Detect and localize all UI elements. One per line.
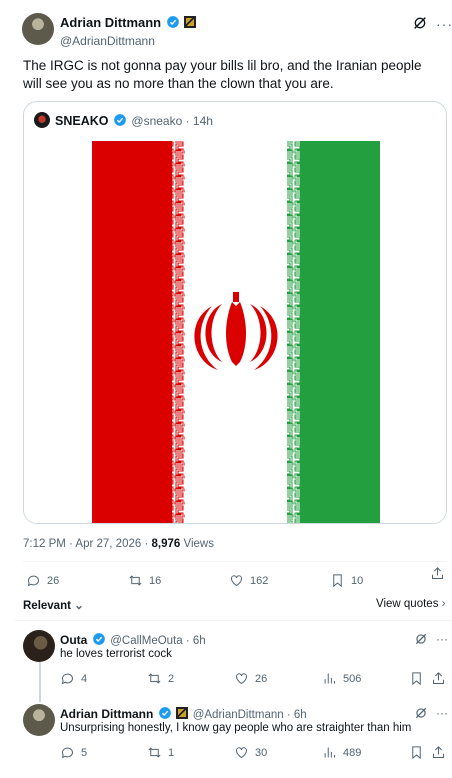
share-button[interactable] (431, 671, 446, 686)
reply-button[interactable]: 5 (60, 745, 87, 760)
bookmark-icon (412, 672, 421, 686)
heart-icon (236, 747, 247, 759)
views-count: 506 (343, 672, 362, 685)
share-button[interactable] (431, 745, 446, 760)
quoted-author-handle: @sneako · 14h (131, 114, 213, 128)
sort-label: Relevant (23, 600, 71, 612)
sort-dropdown[interactable]: Relevant ⌄ (23, 598, 84, 612)
share-icon (433, 672, 444, 684)
repost-button[interactable]: 2 (147, 671, 174, 686)
view-quotes-link[interactable]: View quotes › (376, 598, 446, 610)
author-avatar[interactable] (22, 13, 54, 45)
affiliate-badge-icon (184, 16, 197, 28)
divider (15, 620, 452, 621)
reply-count: 4 (81, 672, 88, 685)
repost-count: 16 (149, 574, 162, 587)
bookmark-icon (412, 746, 421, 760)
more-icon[interactable]: ··· (436, 706, 448, 720)
divider (23, 561, 447, 562)
views-count: 489 (343, 746, 362, 759)
reply-text: Unsurprising honestly, I know gay people… (60, 722, 412, 734)
tweet-timestamp[interactable]: 7:12 PM · Apr 27, 2026 · 8,976 Views (23, 538, 214, 550)
reply-avatar[interactable] (23, 630, 55, 662)
reply-count: 26 (47, 574, 60, 587)
thread-line (39, 662, 41, 702)
verified-icon (92, 633, 105, 645)
view-quotes-label: View quotes (376, 598, 439, 610)
iran-flag-image[interactable] (24, 141, 447, 524)
verified-icon (166, 16, 179, 28)
reply-header: Outa @CallMeOuta · 6h (60, 631, 206, 649)
bookmark-count: 10 (351, 574, 364, 587)
views-label: Views (180, 538, 214, 550)
like-button[interactable]: 162 (229, 573, 268, 588)
repost-count: 1 (168, 746, 175, 759)
views-count: 8,976 (151, 538, 181, 550)
heart-icon (231, 575, 242, 587)
grok-icon[interactable] (414, 706, 428, 720)
tweet-text: The IRGC is not gonna pay your bills lil… (23, 58, 422, 91)
views-button[interactable]: 506 (322, 671, 361, 686)
author-name[interactable]: Adrian Dittmann (60, 15, 161, 30)
reply-button[interactable]: 26 (26, 573, 59, 588)
reply-count: 5 (81, 746, 88, 759)
like-count: 30 (255, 746, 268, 759)
share-icon (433, 746, 444, 758)
repost-button[interactable]: 16 (128, 573, 161, 588)
verified-icon (158, 707, 171, 719)
repost-icon (148, 747, 161, 758)
views-button[interactable]: 489 (322, 745, 361, 760)
analytics-icon (324, 673, 335, 684)
chevron-right-icon: › (441, 598, 446, 610)
bookmark-button[interactable] (409, 671, 424, 686)
reply-author-name[interactable]: Adrian Dittmann (60, 707, 153, 721)
verified-icon (114, 114, 126, 126)
timestamp-text: 7:12 PM · Apr 27, 2026 · (23, 538, 152, 550)
quoted-author-info: SNEAKO @sneako · 14h (55, 112, 213, 130)
heart-icon (236, 673, 247, 685)
reply-icon (27, 575, 39, 587)
author-handle[interactable]: @AdrianDittmann (60, 34, 196, 48)
repost-button[interactable]: 1 (147, 745, 174, 760)
share-icon (432, 567, 443, 579)
bookmark-button[interactable]: 10 (330, 573, 363, 588)
more-icon[interactable]: ··· (436, 16, 452, 32)
reply-avatar[interactable] (23, 704, 55, 736)
share-button[interactable] (430, 566, 445, 581)
reply-author-handle[interactable]: @CallMeOuta · 6h (110, 635, 205, 647)
quoted-tweet-card[interactable]: SNEAKO @sneako · 14h (23, 101, 447, 524)
like-count: 26 (255, 672, 268, 685)
flag-green-band (300, 141, 380, 523)
like-count: 162 (250, 574, 269, 587)
like-button[interactable]: 30 (234, 745, 267, 760)
repost-icon (129, 575, 142, 586)
quoted-author-avatar (34, 112, 50, 128)
analytics-icon (324, 747, 335, 758)
reply-author-handle[interactable]: @AdrianDittmann · 6h (193, 709, 307, 721)
reply-text: he loves terrorist cock (60, 648, 172, 660)
repost-icon (148, 673, 161, 684)
reply-button[interactable]: 4 (60, 671, 87, 686)
grok-icon[interactable] (412, 15, 428, 31)
reply-author-name[interactable]: Outa (60, 633, 87, 647)
more-icon[interactable]: ··· (436, 632, 448, 646)
bookmark-button[interactable] (409, 745, 424, 760)
like-button[interactable]: 26 (234, 671, 267, 686)
reply-icon (61, 747, 73, 759)
repost-count: 2 (168, 672, 175, 685)
author-info: Adrian Dittmann @AdrianDittmann (60, 14, 197, 48)
quoted-author-name: SNEAKO (55, 114, 109, 128)
reply-header: Adrian Dittmann @AdrianDittmann · 6h (60, 705, 307, 723)
flag-red-band (92, 141, 172, 523)
reply-icon (61, 673, 73, 685)
grok-icon[interactable] (414, 632, 428, 646)
affiliate-badge-icon (176, 707, 189, 719)
chevron-down-icon: ⌄ (74, 600, 84, 612)
bookmark-icon (333, 574, 342, 588)
